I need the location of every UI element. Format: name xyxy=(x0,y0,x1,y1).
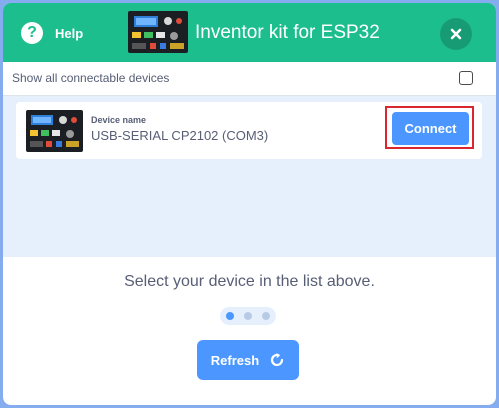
show-all-devices-label: Show all connectable devices xyxy=(12,71,170,85)
help-icon: ? xyxy=(21,22,43,44)
refresh-button[interactable]: Refresh xyxy=(197,340,299,380)
device-list: Device name USB-SERIAL CP2102 (COM3) Con… xyxy=(3,96,496,257)
device-name: USB-SERIAL CP2102 (COM3) xyxy=(91,128,269,143)
esp32-board-icon xyxy=(128,11,188,53)
connect-button[interactable]: Connect xyxy=(392,112,469,145)
esp32-board-icon xyxy=(26,110,83,152)
modal-header: ? Help Inventor kit for ESP32 xyxy=(3,3,496,62)
refresh-icon xyxy=(271,353,284,367)
device-name-label: Device name xyxy=(91,115,147,125)
step-dot xyxy=(244,312,252,320)
step-indicator xyxy=(220,307,276,325)
show-all-devices-checkbox[interactable] xyxy=(459,71,473,85)
close-icon xyxy=(450,28,462,40)
step-dot xyxy=(226,312,234,320)
help-label: Help xyxy=(55,25,84,41)
instruction-text: Select your device in the list above. xyxy=(124,273,375,290)
step-dot xyxy=(262,312,270,320)
refresh-label: Refresh xyxy=(210,352,260,368)
close-button[interactable] xyxy=(440,18,472,50)
show-all-devices-row: Show all connectable devices xyxy=(3,62,496,96)
device-list-item: Device name USB-SERIAL CP2102 (COM3) Con… xyxy=(16,102,482,159)
connection-modal: ? Help Inventor kit for ESP32 Show all c… xyxy=(3,3,496,405)
help-button[interactable]: ? Help xyxy=(21,21,83,45)
modal-title: Inventor kit for ESP32 xyxy=(195,22,380,43)
